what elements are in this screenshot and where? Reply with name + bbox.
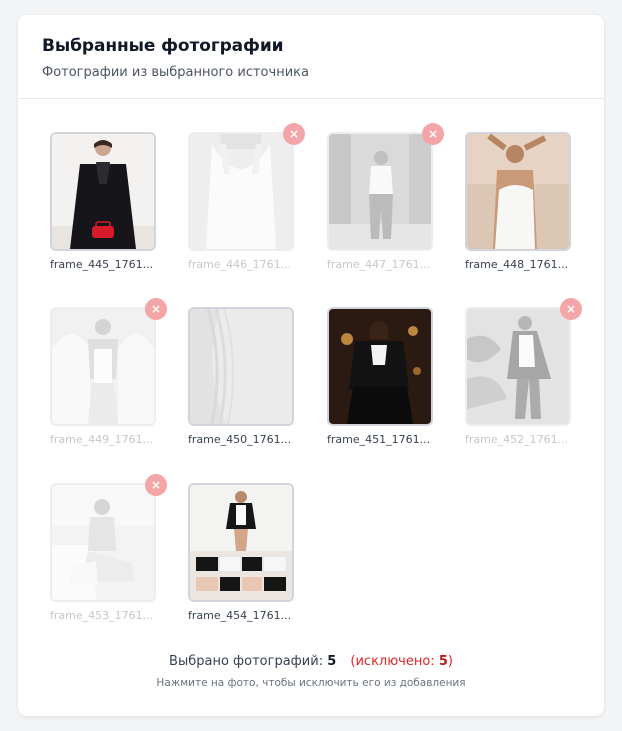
photo-thumbnail[interactable] [188, 483, 294, 602]
selection-count-line: Выбрано фотографий: 5 (исключено: 5) [18, 653, 604, 671]
remove-photo-button[interactable]: × [560, 298, 582, 320]
page-title: Выбранные фотографии [42, 36, 284, 56]
photo-thumbnail[interactable] [465, 307, 571, 426]
photo-tile[interactable]: × frame_452_1761... [465, 298, 582, 449]
photo-filename: frame_452_1761... [465, 433, 569, 446]
photo-tile[interactable]: × frame_449_1761... [50, 298, 167, 449]
photo-filename: frame_451_1761... [327, 433, 431, 446]
photo-tile[interactable]: frame_445_1761... [50, 132, 156, 274]
excluded-count-label: (исключено: [350, 654, 435, 669]
photo-thumbnail[interactable] [327, 307, 433, 426]
photo-thumbnail[interactable] [50, 483, 156, 602]
photo-filename: frame_448_1761... [465, 258, 569, 271]
photo-thumbnail[interactable] [188, 132, 294, 251]
excluded-count-close: ) [447, 654, 453, 669]
photo-tile[interactable]: × frame_447_1761... [327, 123, 444, 274]
photo-thumbnail[interactable] [188, 307, 294, 426]
excluded-count: 5 [438, 654, 448, 669]
photo-filename: frame_454_1761... [188, 609, 292, 622]
selected-photos-card: Выбранные фотографии Фотографии из выбра… [18, 15, 604, 716]
photo-thumbnail[interactable] [465, 132, 571, 251]
photo-thumbnail[interactable] [50, 307, 156, 426]
photo-filename: frame_453_1761... [50, 609, 154, 622]
photo-tile[interactable]: frame_448_1761... [465, 132, 571, 274]
photo-thumbnail[interactable] [50, 132, 156, 251]
remove-photo-button[interactable]: × [422, 123, 444, 145]
photo-filename: frame_449_1761... [50, 433, 154, 446]
selection-summary: Выбрано фотографий: 5 (исключено: 5) Наж… [18, 653, 604, 689]
page-subtitle: Фотографии из выбранного источника [42, 65, 309, 80]
selected-count-label: Выбрано фотографий: [169, 654, 324, 669]
photo-filename: frame_447_1761... [327, 258, 431, 271]
photo-filename: frame_450_1761... [188, 433, 292, 446]
remove-photo-button[interactable]: × [283, 123, 305, 145]
remove-photo-button[interactable]: × [145, 298, 167, 320]
card-header: Выбранные фотографии Фотографии из выбра… [18, 15, 604, 99]
photo-tile[interactable]: frame_454_1761... [188, 483, 294, 625]
excluded-count-group: (исключено: 5) [350, 654, 453, 669]
selected-count: 5 [327, 654, 337, 669]
photo-tile[interactable]: × frame_446_1761... [188, 123, 305, 274]
remove-photo-button[interactable]: × [145, 474, 167, 496]
photo-filename: frame_446_1761... [188, 258, 292, 271]
photo-thumbnail[interactable] [327, 132, 433, 251]
exclude-hint: Нажмите на фото, чтобы исключить его из … [156, 677, 466, 689]
photo-tile[interactable]: frame_451_1761... [327, 307, 433, 449]
photo-filename: frame_445_1761... [50, 258, 154, 271]
photo-tile[interactable]: × frame_453_1761... [50, 474, 167, 625]
photo-tile[interactable]: frame_450_1761... [188, 307, 294, 449]
